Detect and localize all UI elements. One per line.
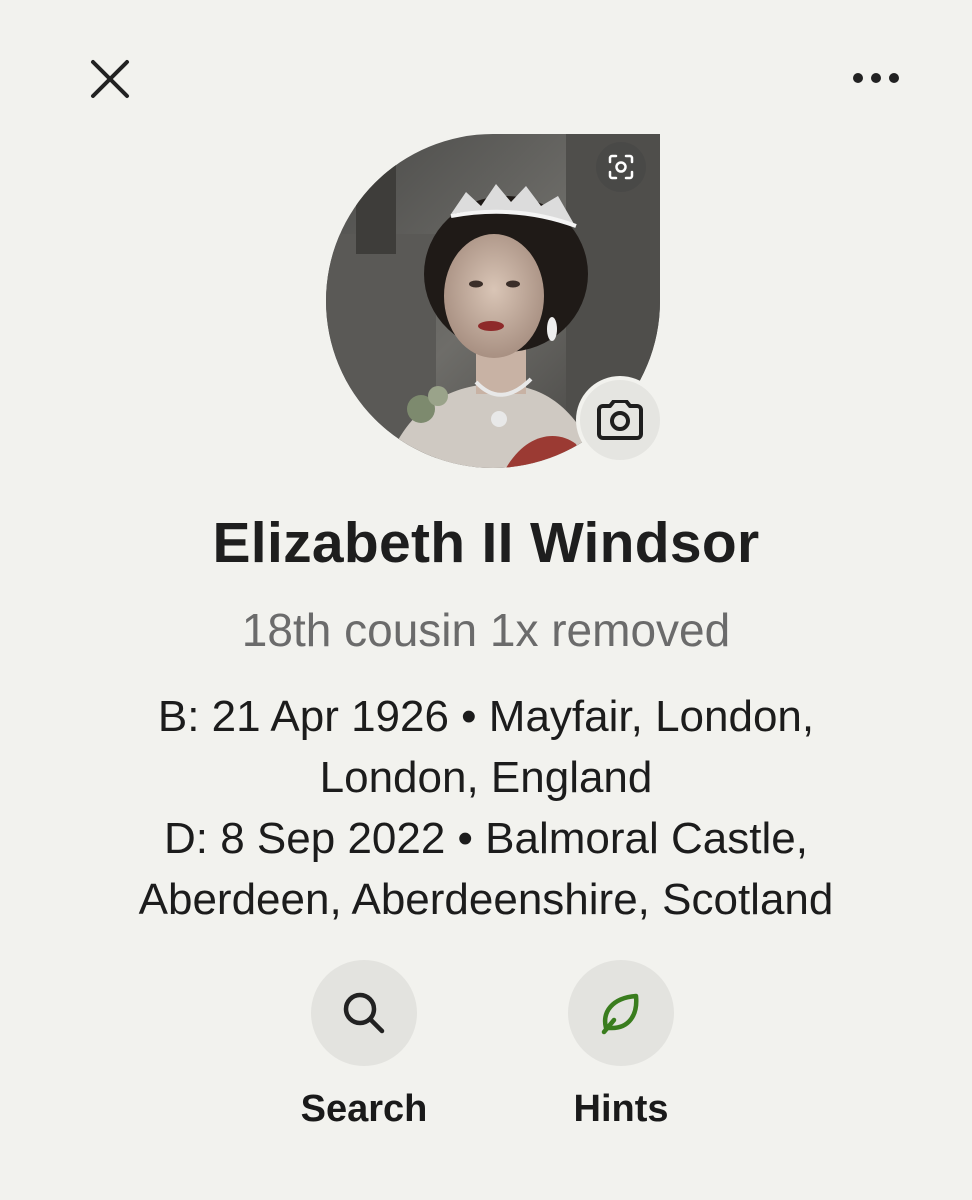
search-icon: [343, 992, 385, 1034]
camera-icon: [597, 400, 643, 440]
birth-line-1: B: 21 Apr 1926 • Mayfair, London,: [157, 692, 815, 741]
life-events: B: 21 Apr 1926 • Mayfair, London, London…: [40, 686, 932, 930]
face-focus-icon: [608, 154, 634, 180]
person-name: Elizabeth II Windsor: [212, 511, 760, 575]
leaf-icon: [601, 993, 639, 1035]
more-options-button[interactable]: [842, 46, 910, 110]
more-options-icon: [853, 73, 899, 83]
hints-action-button[interactable]: Hints: [521, 960, 721, 1131]
profile-photo-container: [326, 134, 664, 468]
search-action-button[interactable]: Search: [264, 960, 464, 1131]
close-icon: [91, 60, 129, 98]
relationship-label: 18th cousin 1x removed: [241, 604, 731, 656]
close-button[interactable]: [78, 47, 142, 111]
face-focus-button[interactable]: [596, 142, 646, 192]
change-photo-button[interactable]: [576, 376, 664, 464]
search-label: Search: [300, 1088, 428, 1130]
death-line-2: Aberdeen, Aberdeenshire, Scotland: [138, 875, 834, 924]
death-line-1: D: 8 Sep 2022 • Balmoral Castle,: [164, 814, 808, 863]
birth-line-2: London, England: [319, 753, 653, 802]
search-circle[interactable]: [311, 960, 417, 1066]
hints-circle[interactable]: [568, 960, 674, 1066]
hints-label: Hints: [573, 1088, 669, 1130]
